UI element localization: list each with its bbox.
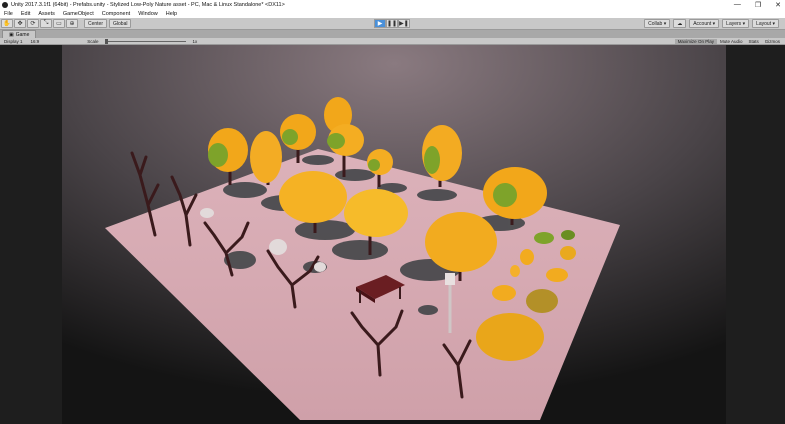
scene-render xyxy=(0,45,785,424)
restore-icon[interactable]: ❐ xyxy=(755,1,761,9)
close-icon[interactable]: ✕ xyxy=(775,1,781,9)
game-tab-icon: ▣ xyxy=(9,31,14,38)
menu-file[interactable]: File xyxy=(0,11,17,17)
window-controls: — ❐ ✕ xyxy=(734,0,781,9)
aspect-dropdown[interactable]: 16:9 xyxy=(27,39,44,44)
scale-slider[interactable] xyxy=(104,38,186,44)
left-gutter xyxy=(0,45,62,424)
scale-label: Scale xyxy=(87,38,99,44)
tab-bar: ▣ Game xyxy=(0,30,785,38)
play-icon[interactable]: ▶ xyxy=(374,19,386,28)
gizmos-dropdown[interactable]: Gizmos xyxy=(762,39,783,44)
rotate-tool-icon[interactable]: ⟳ xyxy=(27,19,39,28)
collab-dropdown[interactable]: Collab ▾ xyxy=(644,19,671,28)
transform-tool-icon[interactable]: ⊕ xyxy=(66,19,78,28)
unity-logo-icon xyxy=(2,1,8,8)
account-dropdown[interactable]: Account ▾ xyxy=(689,19,720,28)
pivot-toggle-button[interactable]: Center xyxy=(84,19,108,28)
menu-window[interactable]: Window xyxy=(134,11,162,17)
scale-tool-icon[interactable]: ⤡ xyxy=(40,19,52,28)
pause-icon[interactable]: ❚❚ xyxy=(386,19,398,28)
minimize-icon[interactable]: — xyxy=(734,1,741,8)
cloud-icon[interactable]: ☁ xyxy=(673,19,687,28)
play-controls: ▶ ❚❚ ▶❚ xyxy=(374,19,410,28)
menu-bar: File Edit Assets GameObject Component Wi… xyxy=(0,9,785,18)
menu-gameobject[interactable]: GameObject xyxy=(59,11,98,17)
window-title: Unity 2017.3.1f1 (64bit) - Prefabs.unity… xyxy=(11,1,285,8)
step-icon[interactable]: ▶❚ xyxy=(398,19,410,28)
stats-toggle[interactable]: Stats xyxy=(745,39,761,44)
menu-help[interactable]: Help xyxy=(162,11,181,17)
viewport-bottom-edge xyxy=(62,420,726,424)
tab-game[interactable]: ▣ Game xyxy=(2,30,37,38)
space-toggle-button[interactable]: Global xyxy=(109,19,132,28)
menu-component[interactable]: Component xyxy=(98,11,134,17)
hand-tool-icon[interactable]: ✋ xyxy=(1,19,13,28)
display-dropdown[interactable]: Display 1 xyxy=(0,39,27,44)
menu-assets[interactable]: Assets xyxy=(34,11,59,17)
right-gutter xyxy=(726,45,785,424)
menu-edit[interactable]: Edit xyxy=(17,11,34,17)
toolbar-right: Collab ▾ ☁ Account ▾ Layers ▾ Layout ▾ xyxy=(644,19,779,28)
maximize-on-play-toggle[interactable]: Maximize On Play xyxy=(674,39,717,44)
mute-audio-toggle[interactable]: Mute Audio xyxy=(717,39,746,44)
move-tool-icon[interactable]: ✥ xyxy=(14,19,26,28)
scale-value: 1x xyxy=(192,38,198,44)
layout-dropdown[interactable]: Layout ▾ xyxy=(752,19,779,28)
rect-tool-icon[interactable]: ▭ xyxy=(53,19,65,28)
tab-game-label: Game xyxy=(15,31,30,38)
layers-dropdown[interactable]: Layers ▾ xyxy=(722,19,750,28)
title-bar: Unity 2017.3.1f1 (64bit) - Prefabs.unity… xyxy=(0,0,785,9)
game-view-options: Maximize On Play Mute Audio Stats Gizmos xyxy=(674,38,783,45)
game-view-bar: Display 1 16:9 Scale 1x Maximize On Play… xyxy=(0,38,785,45)
game-viewport[interactable] xyxy=(0,45,785,424)
